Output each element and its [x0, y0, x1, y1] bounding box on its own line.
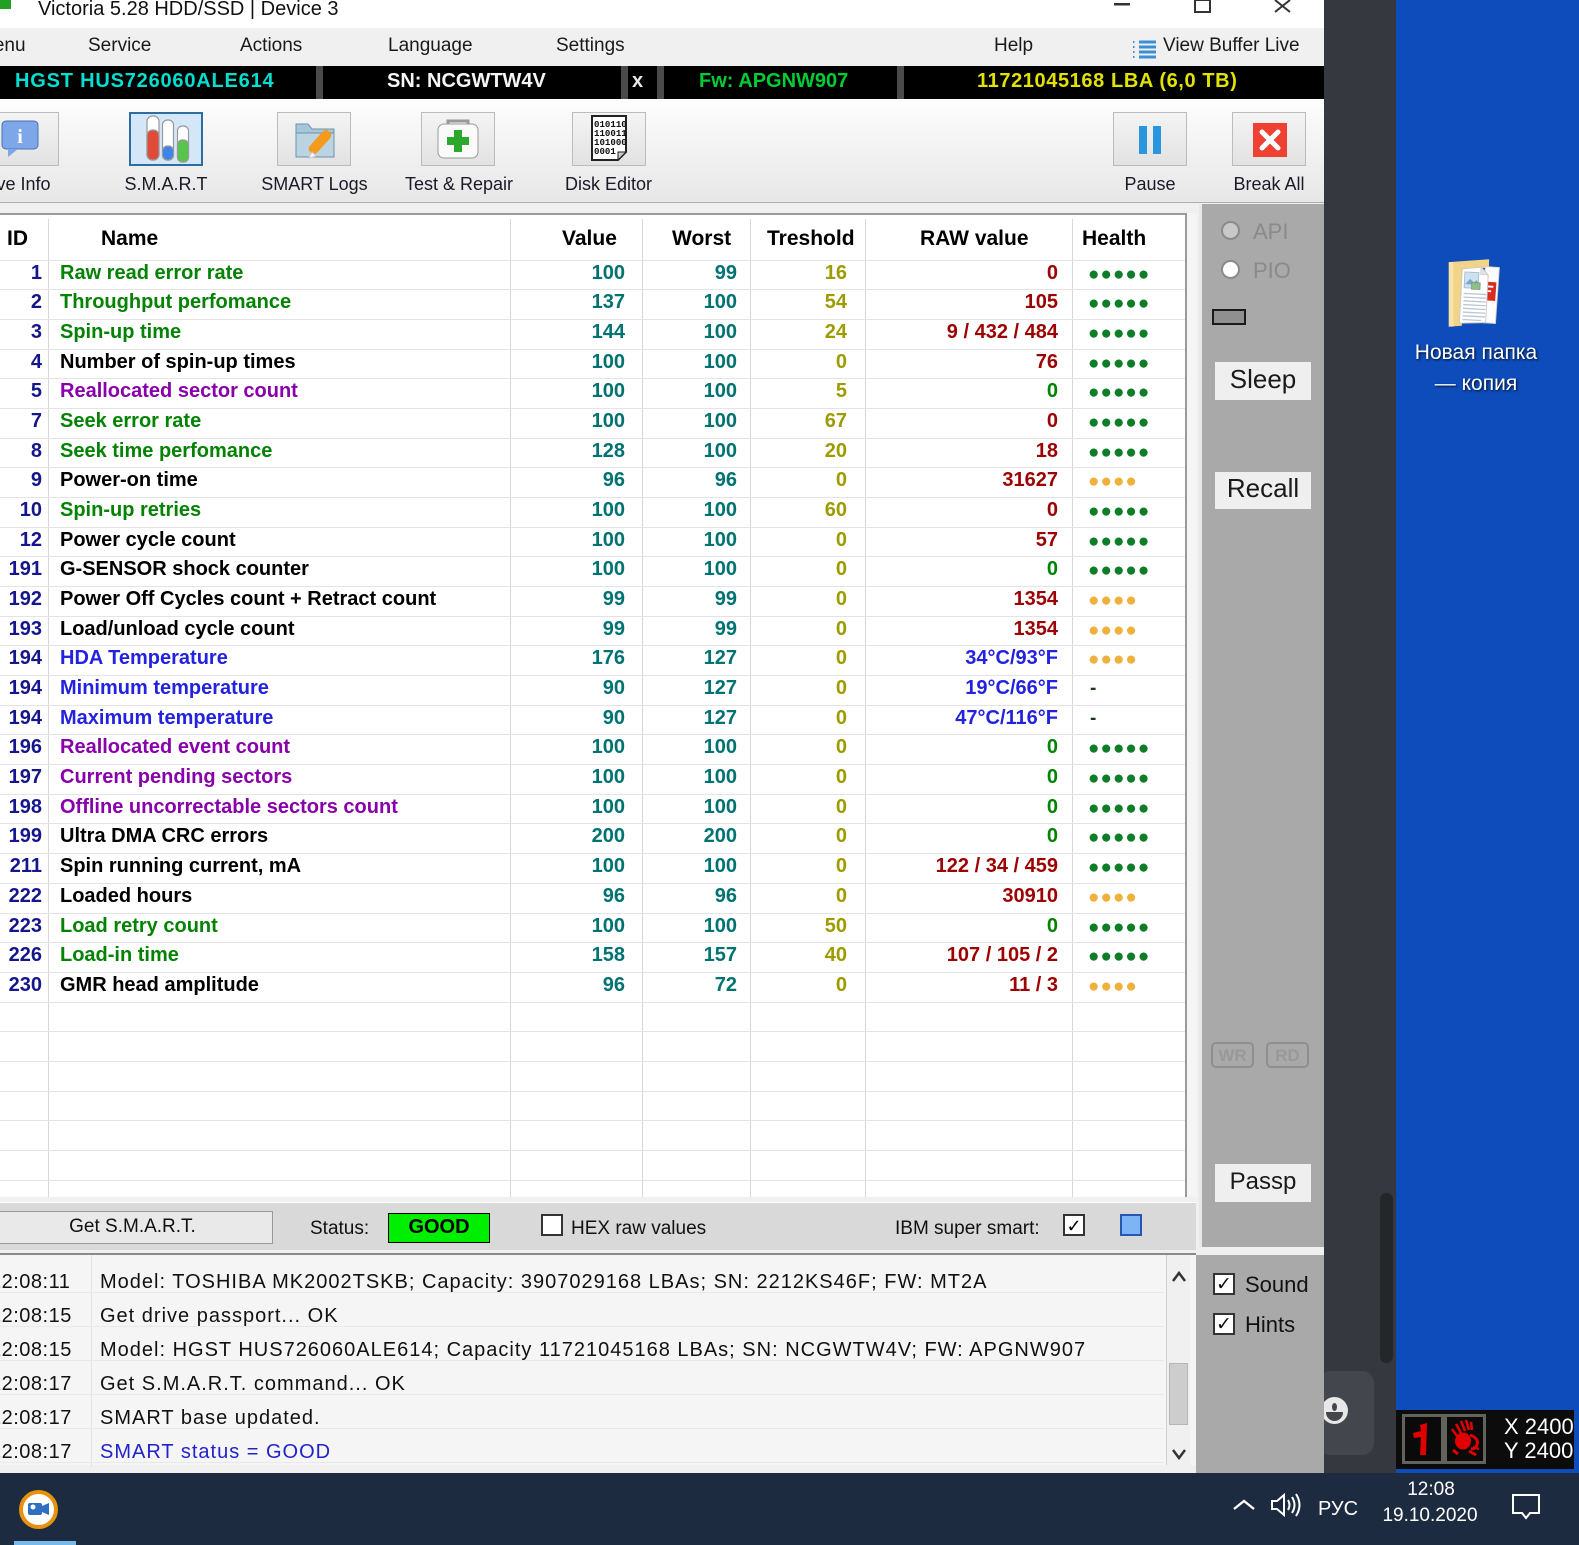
svg-text:i: i — [17, 126, 23, 148]
svg-text:0001: 0001 — [594, 146, 616, 157]
